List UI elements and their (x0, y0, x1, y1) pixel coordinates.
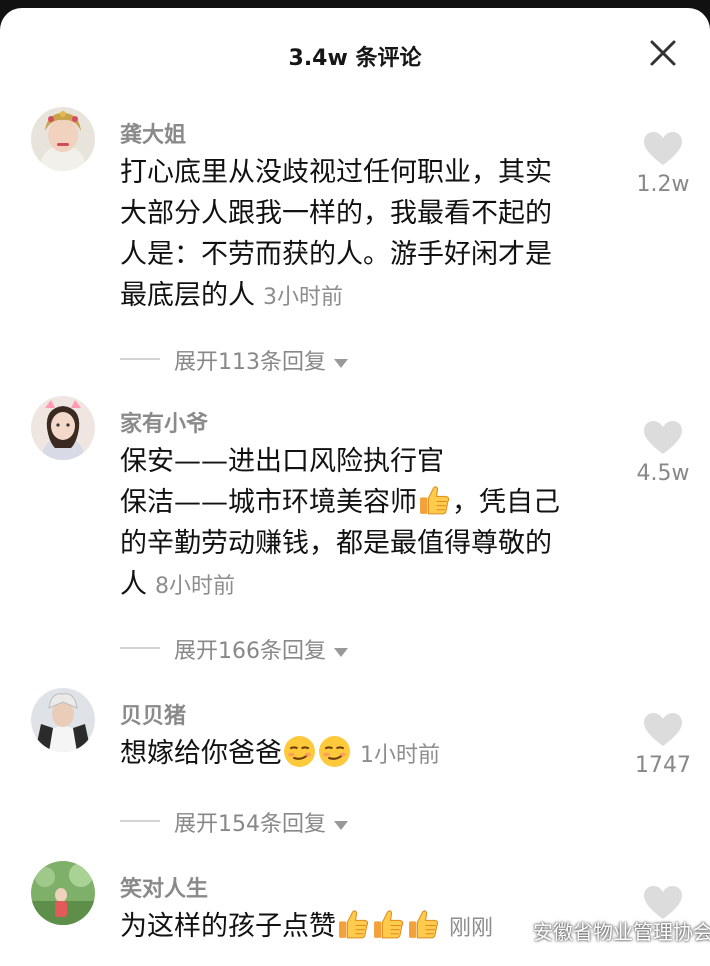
comment-line: 保安——进出口风险执行官 (120, 446, 444, 477)
comment-line: 最底层的人 (120, 280, 255, 311)
close-button[interactable] (640, 30, 686, 76)
expand-replies-label: 展开154条回复 (174, 812, 326, 837)
like-button[interactable]: 4.5w (628, 421, 698, 486)
comment-line: 想嫁给你爸爸 (120, 738, 282, 769)
caret-down-icon (334, 820, 348, 830)
heart-icon (644, 132, 682, 166)
comment-line: 打心底里从没歧视过任何职业，其实 (120, 157, 552, 188)
comment-line-last: 想嫁给你爸爸 1小时前 (120, 733, 600, 776)
comment-line: 保洁——城市环境美容师 (120, 487, 417, 518)
expand-replies-label: 展开113条回复 (174, 350, 326, 375)
comment-line-last: 人 8小时前 (120, 564, 600, 607)
comment-text: 想嫁给你爸爸 1小时前 (120, 733, 600, 776)
avatar[interactable] (31, 861, 95, 925)
comment-time: 1小时前 (360, 743, 440, 768)
smirk-emoji (318, 735, 351, 768)
comment-time: 3小时前 (263, 285, 343, 310)
comment-text: 保安——进出口风险执行官 保洁——城市环境美容师 ，凭自己 的辛勤劳动赚钱，都是最… (120, 441, 600, 607)
watermark-text: 安徽省物业管理协会 (533, 920, 710, 944)
comment-time: 刚刚 (449, 916, 494, 941)
divider-dash (120, 358, 160, 360)
thumbs-up-emoji (372, 908, 405, 941)
heart-icon (644, 713, 682, 747)
comment-line: 的辛勤劳动赚钱，都是最值得尊敬的 (120, 528, 552, 559)
heart-icon (644, 886, 682, 920)
like-count: 4.5w (636, 461, 690, 486)
comment-username[interactable]: 笑对人生 (120, 871, 208, 903)
comment-line: 大部分人跟我一样的，我最看不起的 (120, 198, 552, 229)
comment-count-title: 3.4w 条评论 (288, 46, 422, 71)
caret-down-icon (334, 647, 348, 657)
comment-line: 人 (120, 569, 147, 600)
sheet-header: 3.4w 条评论 (0, 8, 710, 100)
comment-username[interactable]: 龚大姐 (120, 117, 186, 149)
thumbs-up-emoji (418, 484, 451, 517)
comment-username[interactable]: 贝贝猪 (120, 698, 186, 730)
smirk-emoji (283, 735, 316, 768)
thumbs-up-emoji (337, 908, 370, 941)
comment-line: 为这样的孩子点赞 (120, 911, 336, 942)
comment-line: ，凭自己 (452, 487, 560, 518)
caret-down-icon (334, 358, 348, 368)
like-button[interactable]: 1.2w (628, 132, 698, 197)
comment-time: 8小时前 (155, 574, 235, 599)
comment-line-last: 最底层的人 3小时前 (120, 275, 600, 318)
heart-icon (644, 421, 682, 455)
watermark: 安徽省物业管理协会 (505, 916, 710, 956)
avatar[interactable] (31, 688, 95, 752)
comment-text: 打心底里从没歧视过任何职业，其实 大部分人跟我一样的，我最看不起的 人是：不劳而… (120, 152, 600, 318)
thumbs-up-emoji (407, 908, 440, 941)
comment-username[interactable]: 家有小爷 (120, 406, 208, 438)
wechat-logo-icon (506, 922, 528, 941)
avatar[interactable] (31, 107, 95, 171)
comment-line-mixed: 保洁——城市环境美容师 ，凭自己 (120, 482, 600, 523)
comment-line: 人是：不劳而获的人。游手好闲才是 (120, 239, 552, 270)
like-button[interactable]: 1747 (628, 713, 698, 778)
like-count: 1747 (635, 753, 691, 778)
divider-dash (120, 647, 160, 649)
close-icon (650, 40, 676, 66)
like-button[interactable] (628, 886, 698, 920)
like-count: 1.2w (636, 172, 690, 197)
expand-replies-label: 展开166条回复 (174, 639, 326, 664)
comments-sheet: 3.4w 条评论 龚大姐 打心底里从没歧视过任何职业，其实 大部分人跟我一样的，… (0, 8, 710, 966)
divider-dash (120, 820, 160, 822)
avatar[interactable] (31, 396, 95, 460)
